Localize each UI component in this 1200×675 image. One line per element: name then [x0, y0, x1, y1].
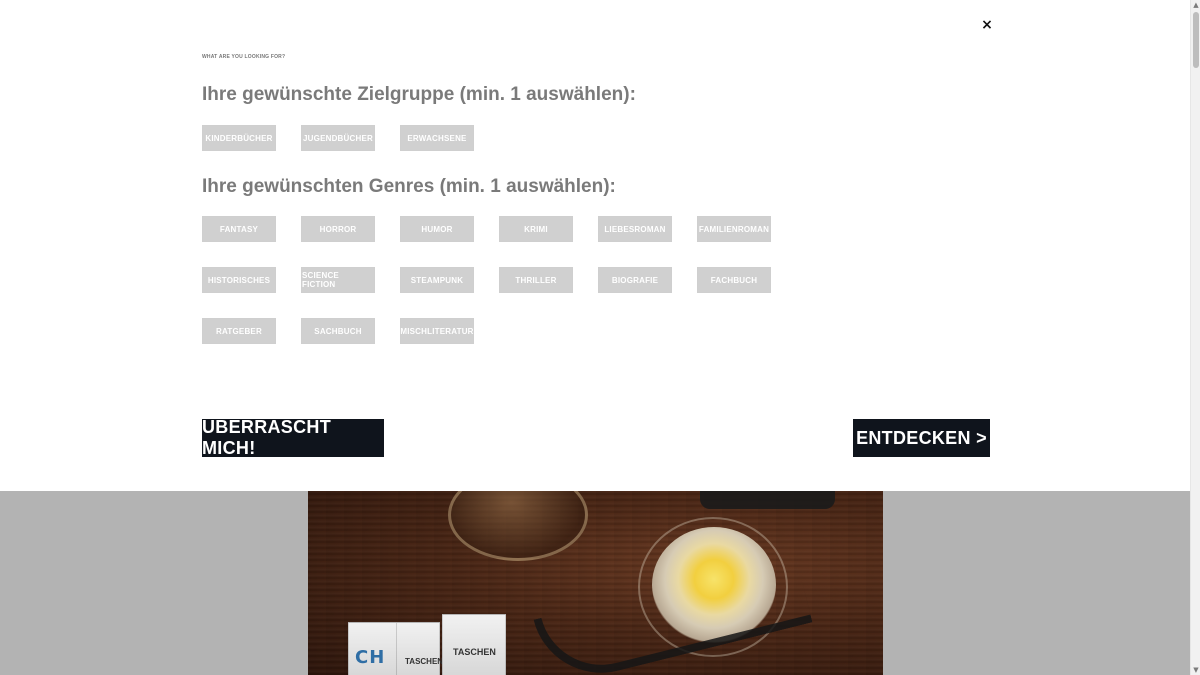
overlay-kicker: WHAT ARE YOU LOOKING FOR? — [202, 54, 286, 60]
chip-horror[interactable]: HORROR — [301, 216, 375, 242]
chip-fantasy[interactable]: FANTASY — [202, 216, 276, 242]
chip-historisches[interactable]: HISTORISCHES — [202, 267, 276, 293]
chip-familienroman[interactable]: FAMILIENROMAN — [697, 216, 771, 242]
chip-fachbuch[interactable]: FACHBUCH — [697, 267, 771, 293]
vertical-scrollbar[interactable]: ▲ ▼ — [1190, 0, 1200, 675]
chip-erwachsene[interactable]: ERWACHSENE — [400, 125, 474, 151]
scroll-down-icon[interactable]: ▼ — [1191, 665, 1200, 675]
scroll-up-icon[interactable]: ▲ — [1191, 0, 1200, 10]
chip-krimi[interactable]: KRIMI — [499, 216, 573, 242]
book-1: CH — [348, 622, 398, 675]
chip-ratgeber[interactable]: RATGEBER — [202, 318, 276, 344]
chip-thriller[interactable]: THRILLER — [499, 267, 573, 293]
book-1-title: CH — [355, 647, 386, 668]
chip-mischliteratur[interactable]: MISCHLITERATUR — [400, 318, 474, 344]
chip-humor[interactable]: HUMOR — [400, 216, 474, 242]
chip-liebesroman[interactable]: LIEBESROMAN — [598, 216, 672, 242]
book-3-brand: TASCHEN — [453, 647, 496, 657]
chip-biografie[interactable]: BIOGRAFIE — [598, 267, 672, 293]
genres-title: Ihre gewünschten Genres (min. 1 auswähle… — [202, 176, 616, 197]
close-icon[interactable]: × — [978, 16, 996, 34]
background-hero-photo: CH TASCHEN TASCHEN — [308, 491, 883, 675]
chip-steampunk[interactable]: STEAMPUNK — [400, 267, 474, 293]
scrollbar-thumb[interactable] — [1193, 12, 1199, 68]
book-finder-overlay: × WHAT ARE YOU LOOKING FOR? Ihre gewünsc… — [0, 0, 1190, 491]
book-2: TASCHEN — [396, 622, 444, 675]
book-2-brand: TASCHEN — [405, 657, 444, 666]
chip-science-fiction[interactable]: SCIENCE FICTION — [301, 267, 375, 293]
surprise-me-button[interactable]: ÜBERRASCHT MICH! — [202, 417, 384, 458]
books-stack: CH TASCHEN TASCHEN — [348, 614, 568, 675]
page: CH TASCHEN TASCHEN × WHAT ARE YOU LOOKIN… — [0, 0, 1200, 675]
chip-sachbuch[interactable]: SACHBUCH — [301, 318, 375, 344]
chip-kinderbuecher[interactable]: KINDERBÜCHER — [202, 125, 276, 151]
book-3: TASCHEN — [442, 614, 506, 675]
chip-jugendbuecher[interactable]: JUGENDBÜCHER — [301, 125, 375, 151]
discover-button[interactable]: ENTDECKEN > — [853, 419, 990, 457]
target-group-title: Ihre gewünschte Zielgruppe (min. 1 auswä… — [202, 84, 636, 105]
camera — [700, 491, 835, 509]
